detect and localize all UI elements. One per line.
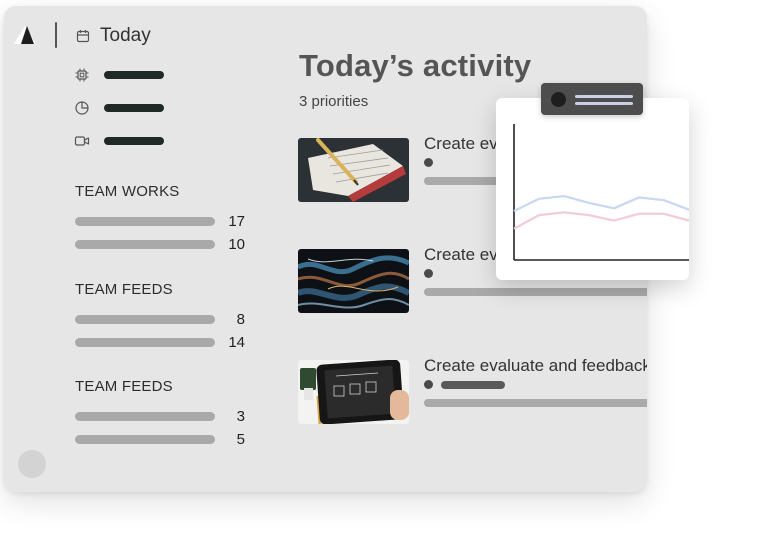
list-item[interactable]: 5 [75,428,275,451]
status-dot [424,380,433,389]
status-dot [424,269,433,278]
page-title: Today’s activity [299,48,532,83]
item-count: 10 [228,236,245,253]
team-works-group: TEAM WORKS 17 10 [75,183,275,256]
calendar-icon [76,30,90,43]
sidebar-item-video[interactable] [74,124,164,157]
item-bar [75,315,215,324]
sidebar-nav [74,58,164,157]
team-feeds-group-2: TEAM FEEDS 3 5 [75,378,275,451]
line-chart [513,124,690,261]
sidebar-item-pie[interactable] [74,91,164,124]
item-count: 14 [228,334,245,351]
tooltip-line [575,95,633,98]
video-camera-icon [74,135,90,146]
today-label: Today [100,25,151,46]
page-subtitle: 3 priorities [299,93,369,110]
group-title: TEAM FEEDS [75,281,173,298]
sidebar-item-label-placeholder [104,136,164,145]
team-feeds-group: TEAM FEEDS 8 14 [75,281,275,354]
sidebar-item-label-placeholder [104,103,164,112]
activity-title[interactable]: Create evaluate and feedback [424,356,647,376]
activity-card[interactable]: Create evaluate and feedback [298,356,647,426]
item-bar [75,412,215,421]
list-item[interactable]: 14 [75,331,275,354]
pie-chart-icon [75,100,89,115]
item-count: 8 [236,311,245,328]
group-title: TEAM WORKS [75,183,180,200]
list-item[interactable]: 17 [75,210,275,233]
chart-tooltip [541,83,643,115]
item-bar [75,338,215,347]
item-count: 3 [236,408,245,425]
activity-progress-line [424,399,647,407]
sidebar-item-chip[interactable] [74,58,164,91]
header-divider [55,22,57,48]
series-line-2 [513,211,690,230]
list-item[interactable]: 3 [75,405,275,428]
chart-card[interactable] [496,98,690,280]
today-nav[interactable]: Today [76,24,151,48]
notebook-pencil-photo [298,138,409,202]
tooltip-dot [551,92,566,107]
item-count: 5 [236,431,245,448]
item-count: 17 [228,213,245,230]
item-bar [75,217,215,226]
abstract-paint-photo [298,249,409,313]
sidebar-item-label-placeholder [104,70,164,79]
list-item[interactable]: 10 [75,233,275,256]
group-title: TEAM FEEDS [75,378,173,395]
activity-tag [441,381,505,389]
tooltip-line [575,102,633,105]
app-logo[interactable] [12,24,38,46]
item-bar [75,240,215,249]
status-dot [424,158,433,167]
series-line-1 [513,194,690,213]
avatar[interactable] [18,450,46,478]
tablet-wireframe-photo [298,360,409,424]
chip-icon [75,68,89,81]
item-bar [75,435,215,444]
list-item[interactable]: 8 [75,308,275,331]
activity-progress-line [424,288,647,296]
